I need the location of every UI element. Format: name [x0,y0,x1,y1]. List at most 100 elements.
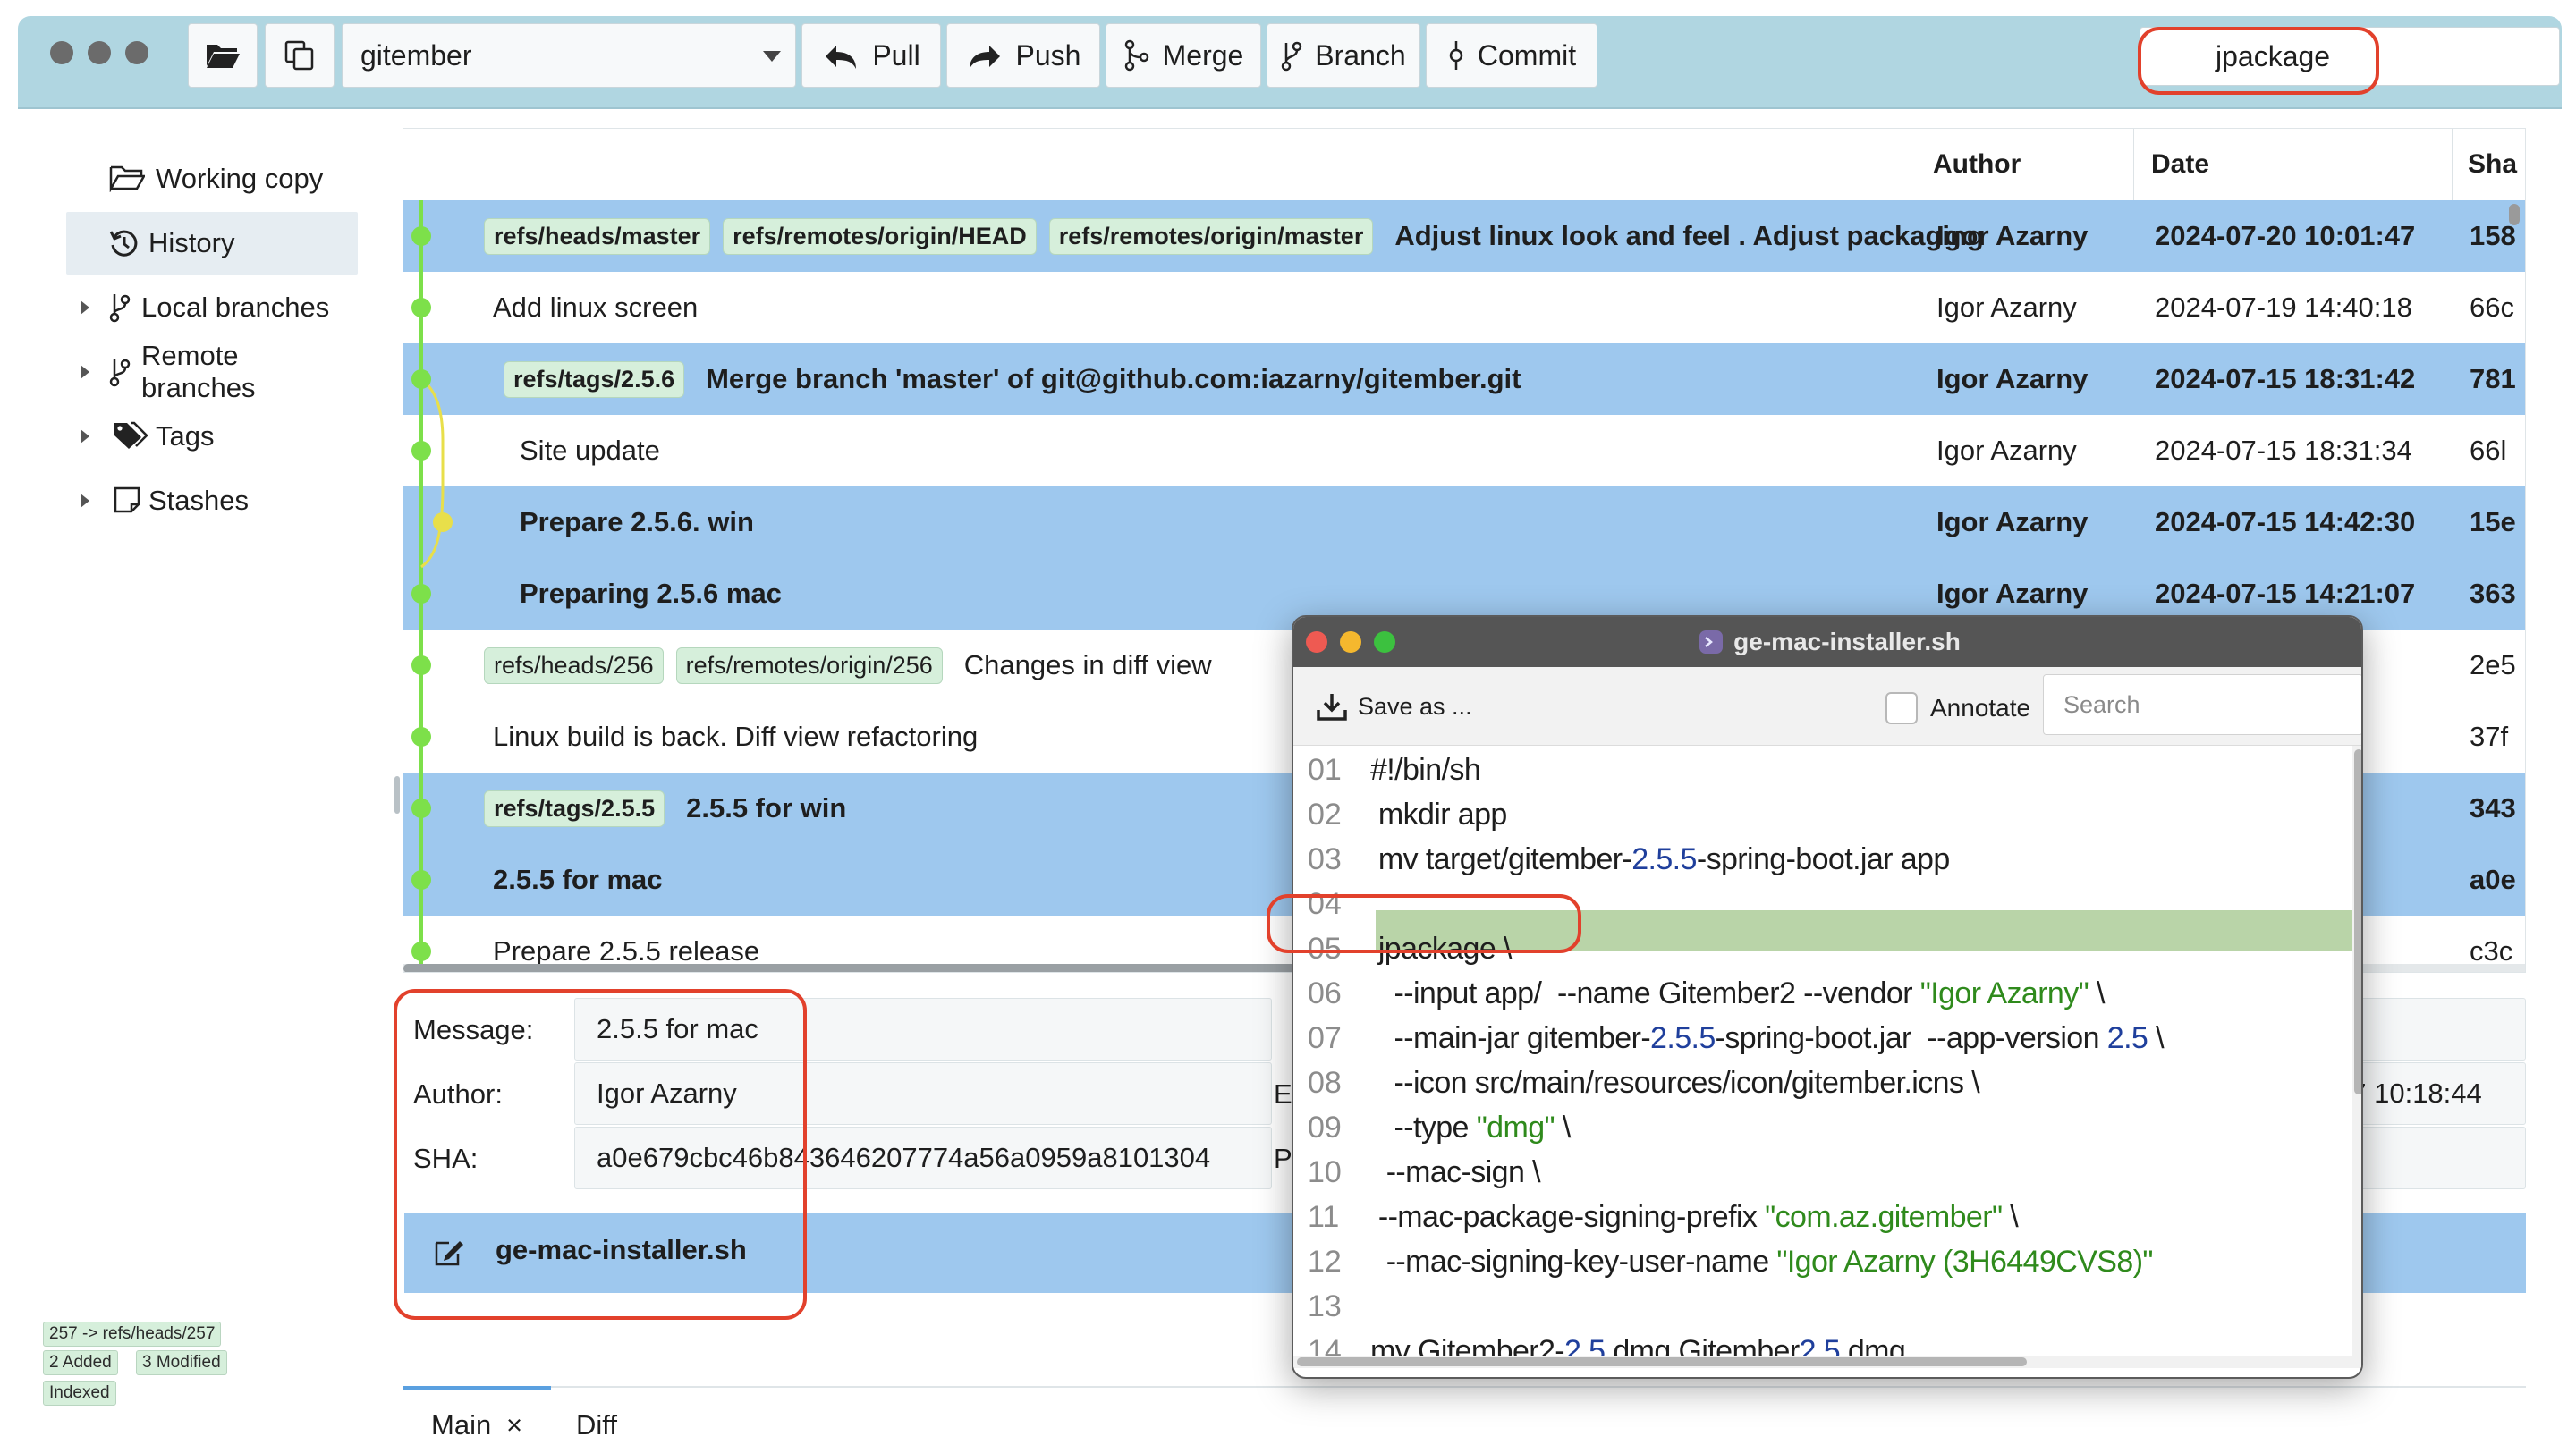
row-sha-cell: 66l [2470,435,2507,466]
graph-branch-line [420,377,445,569]
commit-node[interactable] [433,512,453,532]
commit-message: Prepare 2.5.6. win [520,506,754,537]
row-date-cell: 2024-07-15 18:31:42 [2155,363,2416,394]
sidebar-item-tags[interactable]: Tags [66,405,358,468]
row-sha-cell: 781 [2470,363,2516,394]
column-header-author[interactable]: Author [1933,129,2021,200]
code-horizontal-scrollbar[interactable] [1297,1357,2027,1366]
download-icon [1317,694,1347,721]
branch-icon [109,294,131,323]
window-zoom-dot[interactable] [125,41,148,64]
tags-icon [114,421,148,449]
sidebar-item-history[interactable]: History [66,212,358,275]
sidebar-item-local-branches[interactable]: Local branches [66,276,358,339]
line-number: 13 [1308,1289,1342,1323]
tab-main-close-icon[interactable]: × [506,1409,522,1441]
sidebar-item-remote-branches[interactable]: Remote branches [66,340,358,403]
table-row[interactable]: refs/heads/master refs/remotes/origin/HEA… [403,200,2525,272]
commit-node[interactable] [411,655,431,675]
code-vertical-scrollbar[interactable] [2354,749,2361,1094]
row-sha-cell: 363 [2470,578,2516,609]
chevron-right-icon[interactable] [80,429,89,444]
sidebar-splitter[interactable] [394,776,400,814]
tab-diff[interactable]: Diff [576,1409,617,1441]
copy-button[interactable] [265,23,335,88]
sidebar-item-label: Local branches [141,292,330,323]
window-minimize-dot[interactable] [88,41,111,64]
line-number: 11 [1308,1200,1340,1234]
status-added-badge: 2 Added [43,1350,118,1375]
commit-icon [1449,41,1463,70]
table-row[interactable]: refs/tags/2.5.6 Merge branch 'master' of … [403,343,2525,415]
branch-select-value: gitember [360,38,472,72]
commit-message: Merge branch 'master' of git@github.com:… [706,363,1521,394]
row-sha-cell: 37f [2470,721,2509,752]
chevron-right-icon[interactable] [80,300,89,315]
date-label-partial: E [1274,1078,1292,1110]
line-number: 02 [1308,798,1342,832]
ref-tag: refs/remotes/origin/master [1048,217,1374,255]
commit-node[interactable] [411,441,431,461]
table-row[interactable]: Prepare 2.5.6. win Igor Azarny 2024-07-15 … [403,486,2525,558]
file-search-placeholder: Search [2063,690,2140,718]
commit-message: Adjust linux look and feel . Adjust pack… [1394,220,1984,251]
commit-node[interactable] [411,727,431,747]
status-branch-badge: 257 -> refs/heads/257 [43,1322,222,1347]
pull-button[interactable]: Pull [801,23,941,88]
search-highlight-box [2138,27,2379,95]
column-header-sha[interactable]: Sha [2468,129,2517,200]
file-code-view[interactable]: 01 #!/bin/sh 02 mkdir app 03 mv target/gite… [1293,746,2361,1368]
annotate-checkbox[interactable] [1885,692,1918,724]
table-row[interactable]: Add linux screen Igor Azarny 2024-07-19 14… [403,272,2525,343]
commit-node[interactable] [411,942,431,961]
push-button[interactable]: Push [946,23,1100,88]
commit-node[interactable] [411,799,431,818]
branch-select[interactable]: gitember [342,23,796,88]
row-author-cell: Igor Azarny [1936,435,2077,466]
column-separator[interactable] [2133,129,2134,200]
commit-node[interactable] [411,369,431,389]
commit-node[interactable] [411,870,431,890]
code-line: --mac-package-signing-prefix "com.az.git… [1370,1200,2019,1234]
window-close-dot[interactable] [50,41,73,64]
sidebar-item-stashes[interactable]: Stashes [66,469,358,532]
branch-button[interactable]: Branch [1267,23,1420,88]
code-line: --type "dmg" \ [1370,1111,1572,1145]
commit-message: Site update [520,435,660,466]
file-search-input[interactable]: Search [2043,674,2361,735]
column-header-message[interactable] [1040,129,1219,200]
table-horizontal-scrollbar[interactable] [403,964,1316,972]
row-sha-cell: a0e [2470,864,2516,895]
sidebar-item-working-copy[interactable]: Working copy [66,148,358,210]
sidebar-item-label: Working copy [156,163,324,194]
tab-main[interactable]: Main [431,1409,491,1441]
commit-node[interactable] [411,584,431,604]
chevron-right-icon[interactable] [80,494,89,508]
annotate-label: Annotate [1930,694,2031,722]
column-header-date[interactable]: Date [2151,129,2209,200]
branch-icon [1282,41,1302,72]
chevron-down-icon [763,51,781,62]
push-icon [969,46,1000,69]
merge-button[interactable]: Merge [1106,23,1261,88]
open-repo-button[interactable] [188,23,258,88]
status-indexed-badge: Indexed [43,1381,116,1406]
table-vertical-scrollbar[interactable] [2509,204,2520,225]
commit-message: Linux build is back. Diff view refactori… [493,721,979,752]
row-message-cell: refs/heads/master refs/remotes/origin/HEA… [484,200,1984,272]
commit-node[interactable] [411,298,431,317]
code-line: --icon src/main/resources/icon/gitember.… [1370,1066,1980,1100]
commit-message: Add linux screen [493,292,699,323]
row-sha-cell: 15e [2470,506,2516,537]
ref-tag: refs/remotes/origin/HEAD [723,217,1037,255]
row-author-cell: Igor Azarny [1936,220,2089,251]
chevron-right-icon[interactable] [80,365,89,379]
commit-node[interactable] [411,226,431,246]
row-message-cell: Preparing 2.5.6 mac [520,558,782,630]
table-row[interactable]: Site update Igor Azarny 2024-07-15 18:31:3… [403,415,2525,486]
column-separator[interactable] [2452,129,2453,200]
status-modified-badge: 3 Modified [136,1350,227,1375]
row-message-cell: refs/heads/256 refs/remotes/origin/256 Cha… [484,630,1212,701]
commit-button[interactable]: Commit [1426,23,1597,88]
save-as-button[interactable]: Save as ... [1317,689,1472,724]
